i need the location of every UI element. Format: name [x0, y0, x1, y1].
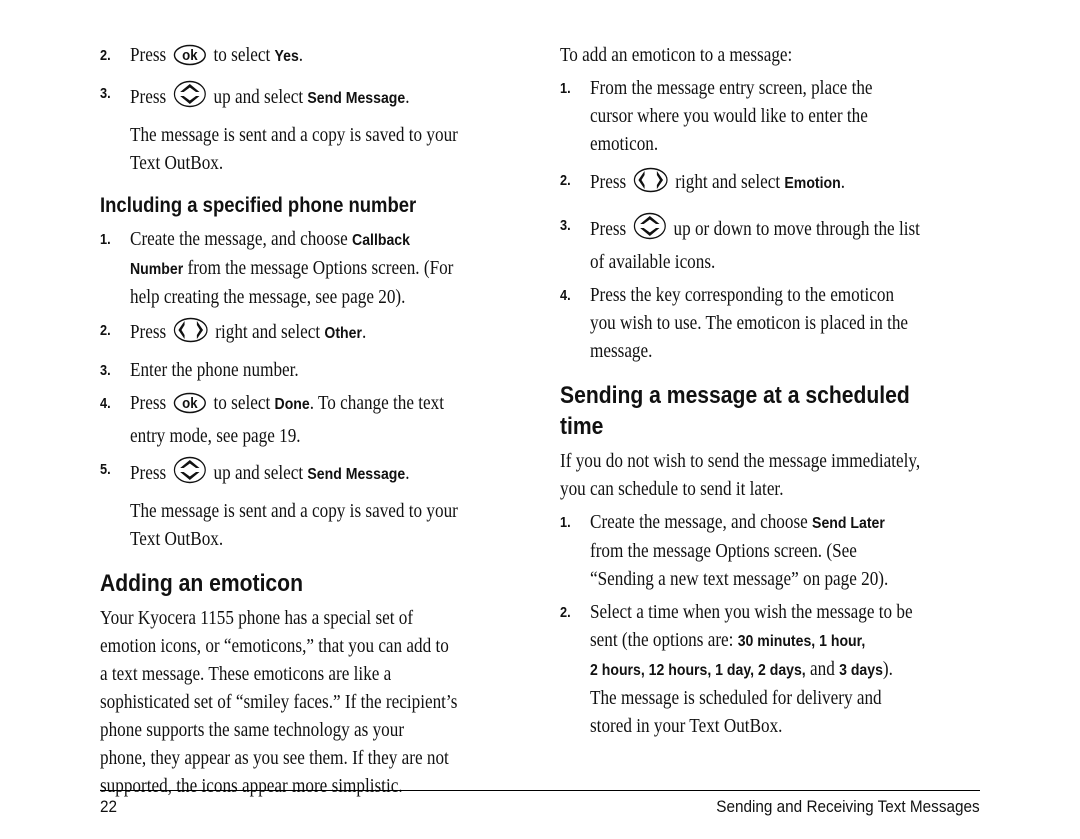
page-number: 22 [100, 797, 118, 816]
left-right-navigation-key-icon [173, 317, 208, 352]
footer-rule [100, 790, 980, 791]
heading-scheduled-time: Sending a message at a scheduled time [560, 382, 910, 440]
sent-note-2: The message is sent and a copy is saved … [130, 501, 458, 550]
left-column: 2. Press ok to select Yes. 3. Press up a… [100, 42, 530, 801]
heading-including-phone-number: Including a specified phone number [100, 194, 417, 217]
callback-step-4: 4. Press ok to select Done. To change th… [100, 392, 445, 447]
emoticon-step-2: 2. Press right and select Emotion. [560, 167, 990, 202]
step-3-press-up: 3. Press up and select Send Message. [100, 80, 530, 117]
scheduled-step-1: 1. Create the message, and choose Send L… [560, 512, 889, 590]
scheduled-paragraph: If you do not wish to send the message i… [560, 451, 921, 500]
emoticon-intro: To add an emoticon to a message: [560, 45, 793, 66]
svg-text:ok: ok [182, 46, 198, 63]
emoticon-step-1: 1. From the message entry screen, place … [560, 78, 873, 155]
emoticon-step-4: 4. Press the key corresponding to the em… [560, 285, 909, 362]
scheduled-step-2: 2. Select a time when you wish the messa… [560, 602, 913, 737]
emoticon-paragraph: Your Kyocera 1155 phone has a special se… [100, 608, 458, 797]
left-right-navigation-key-icon [633, 167, 668, 202]
ok-key-icon: ok [173, 392, 206, 423]
callback-step-1: 1. Create the message, and choose Callba… [100, 229, 454, 308]
sent-note: The message is sent and a copy is saved … [130, 125, 458, 174]
step-2-press-ok: 2. Press ok to select Yes. [100, 42, 530, 75]
emoticon-step-3: 3. Press up or down to move through the … [560, 212, 990, 277]
ok-key-icon: ok [173, 44, 206, 75]
svg-text:ok: ok [182, 394, 198, 411]
callback-step-5: 5. Press up and select Send Message. [100, 456, 530, 493]
step-number: 2. [100, 47, 111, 64]
right-column: To add an emoticon to a message: 1. From… [560, 42, 990, 746]
callback-step-2: 2. Press right and select Other. [100, 317, 530, 352]
callback-step-3: 3. Enter the phone number. [100, 360, 299, 381]
up-down-navigation-key-icon [173, 80, 206, 117]
up-down-navigation-key-icon [633, 212, 666, 249]
step-number: 3. [100, 85, 111, 102]
up-down-navigation-key-icon [173, 456, 206, 493]
chapter-title: Sending and Receiving Text Messages [716, 797, 980, 816]
heading-adding-emoticon: Adding an emoticon [100, 570, 303, 597]
